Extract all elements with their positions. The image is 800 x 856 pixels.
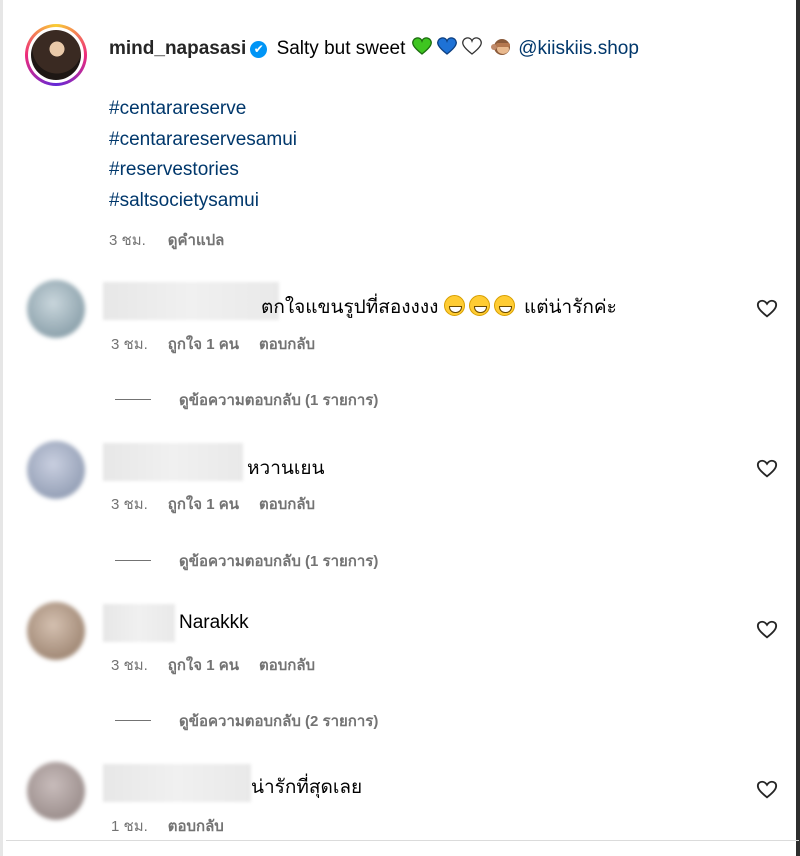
monkey-emoji bbox=[490, 38, 518, 59]
commenter-username-blurred[interactable] bbox=[103, 604, 175, 642]
commenter-username-blurred[interactable] bbox=[103, 282, 279, 320]
author-username[interactable]: mind_napasasi bbox=[109, 38, 246, 59]
comment-text: น่ารักที่สุดเลย bbox=[251, 777, 363, 798]
commenter-avatar[interactable] bbox=[27, 602, 85, 660]
hearts-icon bbox=[411, 37, 482, 55]
caption-time: 3 ชม. bbox=[109, 232, 146, 249]
like-heart-icon[interactable] bbox=[756, 619, 778, 641]
verified-badge-icon: ✔ bbox=[250, 41, 268, 58]
commenter-username-blurred[interactable] bbox=[103, 443, 243, 481]
like-heart-icon[interactable] bbox=[756, 298, 778, 320]
commenter-avatar[interactable] bbox=[27, 280, 85, 338]
hashtag-link[interactable]: #centarareserve bbox=[109, 94, 297, 125]
replies-divider bbox=[115, 720, 151, 721]
instagram-comments-panel: mind_napasasi ✔ Salty but sweet @kiiskiis… bbox=[0, 0, 800, 856]
view-replies-button[interactable]: ดูข้อความตอบกลับ (1 รายการ) bbox=[115, 388, 378, 412]
comment-time: 3 ชม. bbox=[111, 496, 148, 513]
reply-button[interactable]: ตอบกลับ bbox=[168, 818, 224, 835]
grin-sweat-emoji bbox=[493, 295, 515, 316]
replies-divider bbox=[115, 560, 151, 561]
comment-time: 3 ชม. bbox=[111, 657, 148, 674]
caption-heart-emoji bbox=[411, 36, 483, 62]
reply-button[interactable]: ตอบกลับ bbox=[259, 336, 315, 353]
comment-meta: 3 ชม. ถูกใจ 1 คน ตอบกลับ bbox=[111, 332, 335, 356]
hashtag-link[interactable]: #centarareservesamui bbox=[109, 125, 297, 156]
hashtag-link[interactable]: #reservestories bbox=[109, 155, 297, 186]
replies-divider bbox=[115, 399, 151, 400]
reply-button[interactable]: ตอบกลับ bbox=[259, 496, 315, 513]
caption-line: mind_napasasi ✔ Salty but sweet @kiiskiis… bbox=[109, 36, 639, 62]
grin-sweat-emoji bbox=[443, 295, 465, 316]
comment-text: Narakkk bbox=[179, 612, 249, 633]
comment-meta: 3 ชม. ถูกใจ 1 คน ตอบกลับ bbox=[111, 492, 335, 516]
comment-time: 3 ชม. bbox=[111, 336, 148, 353]
comment-text: ตกใจแขนรูปที่สองงงง แต่น่ารักค่ะ bbox=[261, 295, 617, 318]
comment-meta: 1 ชม. ตอบกลับ bbox=[111, 814, 244, 838]
caption-meta: 3 ชม. ดูคำแปล bbox=[109, 228, 246, 252]
comment-time: 1 ชม. bbox=[111, 818, 148, 835]
translate-button[interactable]: ดูคำแปล bbox=[168, 232, 225, 249]
comment-likes[interactable]: ถูกใจ 1 คน bbox=[168, 496, 239, 513]
comment-text: หวานเยน bbox=[247, 458, 325, 479]
bottom-divider bbox=[6, 840, 799, 841]
view-replies-button[interactable]: ดูข้อความตอบกลับ (1 รายการ) bbox=[115, 549, 378, 573]
caption-text: Salty but sweet bbox=[276, 38, 406, 59]
hashtag-link[interactable]: #saltsocietysamui bbox=[109, 186, 297, 217]
author-avatar[interactable] bbox=[25, 24, 87, 86]
reply-button[interactable]: ตอบกลับ bbox=[259, 657, 315, 674]
monkey-icon bbox=[490, 39, 510, 55]
commenter-username-blurred[interactable] bbox=[103, 764, 251, 802]
shop-mention-link[interactable]: @kiiskiis.shop bbox=[518, 38, 639, 59]
like-heart-icon[interactable] bbox=[756, 779, 778, 801]
view-replies-button[interactable]: ดูข้อความตอบกลับ (2 รายการ) bbox=[115, 709, 378, 733]
commenter-avatar[interactable] bbox=[27, 441, 85, 499]
hashtag-list: #centarareserve #centarareservesamui #re… bbox=[109, 94, 297, 216]
comment-likes[interactable]: ถูกใจ 1 คน bbox=[168, 657, 239, 674]
like-heart-icon[interactable] bbox=[756, 458, 778, 480]
comment-likes[interactable]: ถูกใจ 1 คน bbox=[168, 336, 239, 353]
commenter-avatar[interactable] bbox=[27, 762, 85, 820]
grin-sweat-emoji bbox=[468, 295, 490, 316]
comment-meta: 3 ชม. ถูกใจ 1 คน ตอบกลับ bbox=[111, 653, 335, 677]
